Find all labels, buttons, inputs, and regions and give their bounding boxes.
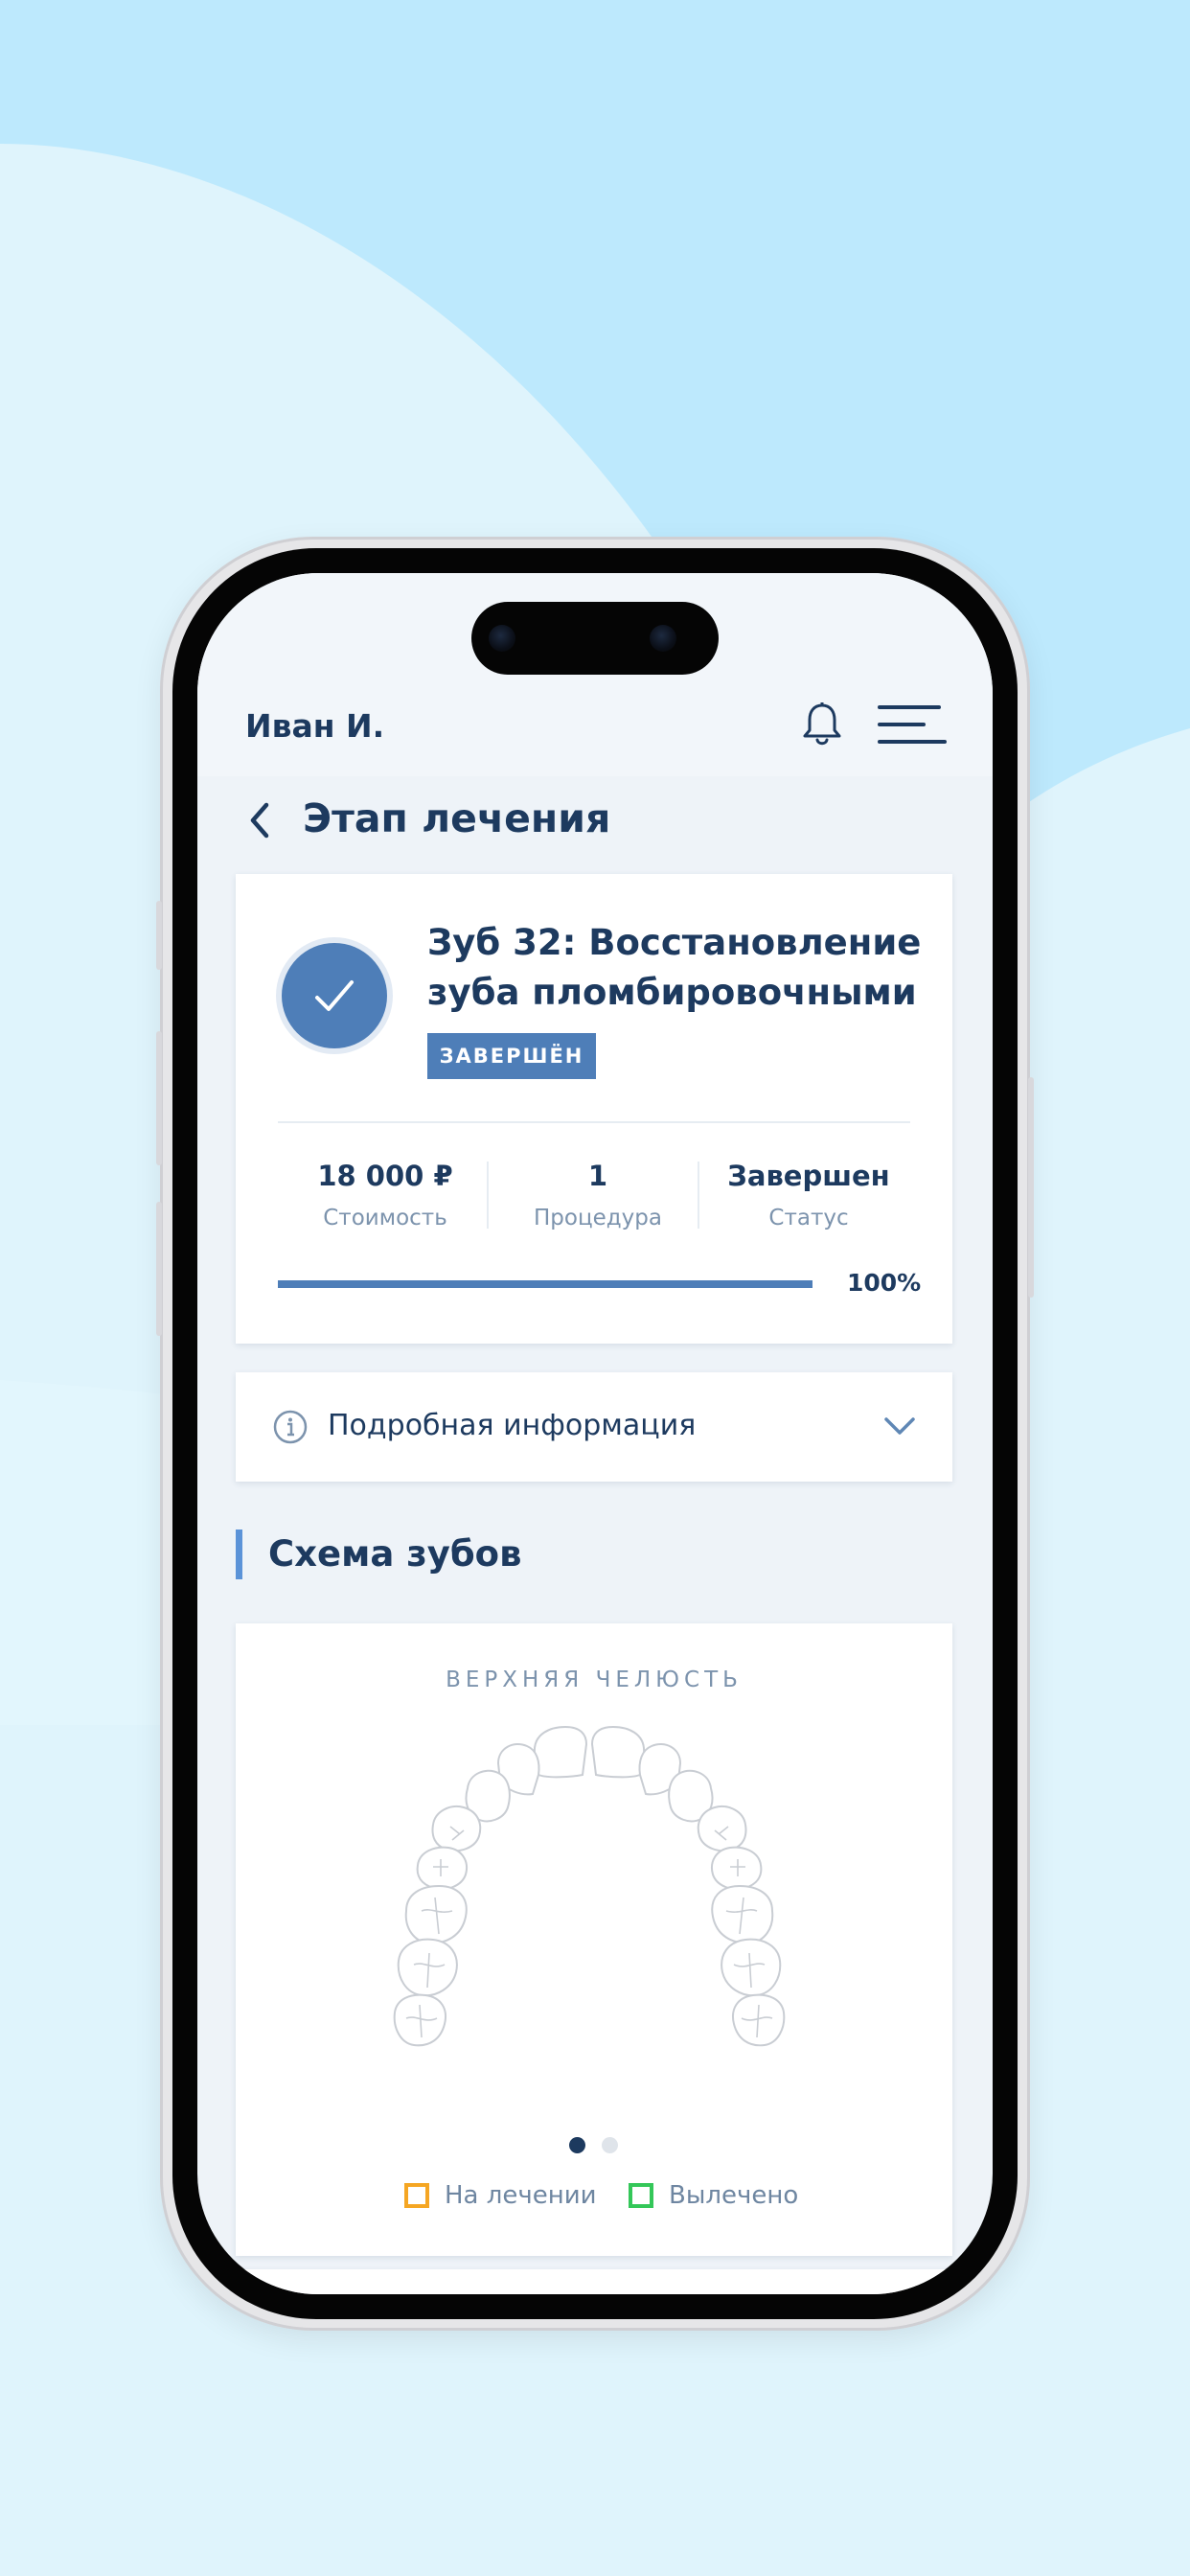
stat-cost: 18 000 ₽ Стоимость <box>280 1160 491 1230</box>
chevron-left-icon[interactable] <box>245 799 274 841</box>
tooth-premolar <box>416 1846 468 1891</box>
progress-text: 100% <box>847 1269 922 1297</box>
stat-separator <box>698 1162 699 1229</box>
side-button-power <box>1028 1077 1034 1298</box>
legend-in-treatment-label: На лечении <box>445 2181 597 2210</box>
pager-dot-active[interactable] <box>569 2137 585 2153</box>
treatment-stage-card: Зуб 32: Восстановление зуба пломбировочн… <box>236 874 952 1344</box>
info-icon <box>273 1410 308 1444</box>
dynamic-island <box>471 602 719 675</box>
chevron-down-icon[interactable] <box>883 1414 916 1438</box>
side-button-volume-up <box>156 1031 162 1165</box>
next-card-peek <box>236 2269 952 2294</box>
status-badge: ЗАВЕРШЁН <box>427 1033 596 1079</box>
card-divider <box>278 1121 910 1123</box>
tooth-incisor <box>533 1725 588 1779</box>
section-title: Схема зубов <box>268 1533 522 1575</box>
side-button-volume-down <box>156 1202 162 1336</box>
tooth-premolar <box>431 1806 482 1852</box>
legend-in-treatment-marker <box>404 2183 429 2208</box>
stat-separator <box>487 1162 489 1229</box>
tooth-premolar <box>697 1806 747 1852</box>
tooth-premolar <box>711 1846 763 1891</box>
teeth-scheme-card: ВЕРХНЯЯ ЧЕЛЮСТЬ На лечении Вылечено <box>236 1623 952 2256</box>
details-label: Подробная информация <box>328 1409 697 1442</box>
status-circle <box>282 943 387 1048</box>
pager-dot[interactable] <box>602 2137 618 2153</box>
stat-status: Завершен Статус <box>703 1160 914 1230</box>
side-button-silent <box>156 901 162 970</box>
jaw-label: ВЕРХНЯЯ ЧЕЛЮСТЬ <box>446 1668 743 1692</box>
tooth-incisor <box>590 1725 646 1779</box>
check-icon <box>315 980 354 1011</box>
legend-healed-marker <box>629 2183 653 2208</box>
page-title: Этап лечения <box>303 795 611 841</box>
section-marker <box>236 1530 242 1579</box>
user-name[interactable]: Иван И. <box>245 707 384 745</box>
stat-cost-label: Стоимость <box>323 1206 447 1230</box>
upper-jaw-teeth-diagram[interactable] <box>364 1719 824 2103</box>
progress-fill <box>278 1280 812 1288</box>
bell-icon[interactable] <box>801 702 843 748</box>
details-accordion[interactable]: Подробная информация <box>236 1372 952 1482</box>
stat-procedures-value: 1 <box>587 1160 608 1192</box>
hamburger-menu-icon[interactable] <box>878 703 947 748</box>
app-screen: Иван И. Этап лечения Зуб 32: Восстановле… <box>197 573 993 2294</box>
legend-healed-label: Вылечено <box>669 2181 799 2210</box>
stat-status-label: Статус <box>768 1206 849 1230</box>
stat-cost-value: 18 000 ₽ <box>317 1160 453 1192</box>
stat-procedures: 1 Процедура <box>492 1160 703 1230</box>
stat-procedures-label: Процедура <box>534 1206 662 1230</box>
camera-lens-icon <box>489 625 515 652</box>
progress-bar <box>278 1280 812 1288</box>
stat-status-value: Завершен <box>727 1160 890 1192</box>
sensor-icon <box>650 625 676 652</box>
